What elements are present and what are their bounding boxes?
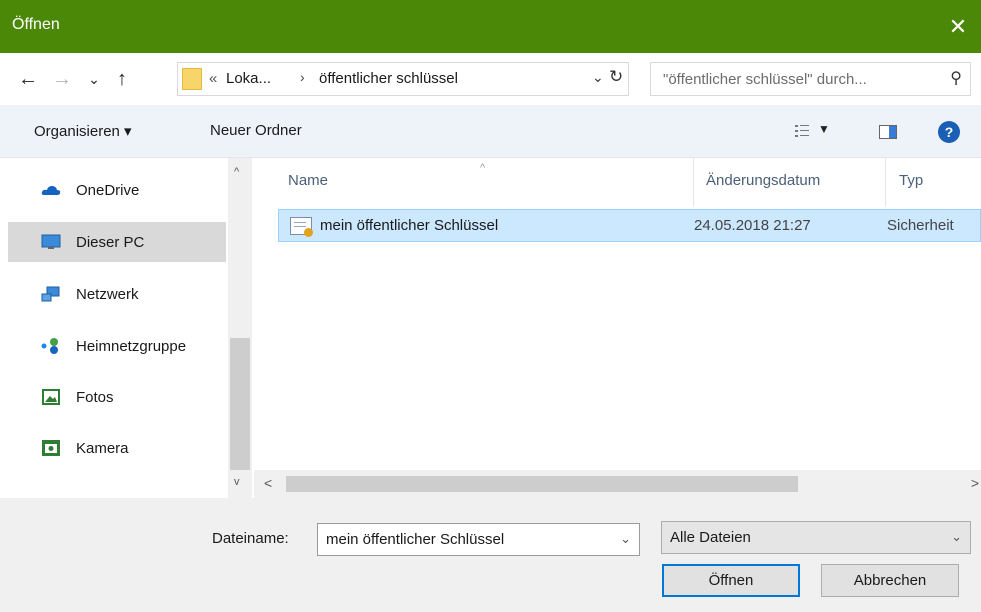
monitor-icon (41, 234, 61, 249)
file-type-filter[interactable]: Alle Dateien ⌄ (661, 521, 971, 554)
sidebar-item-heimnetzgruppe[interactable]: Heimnetzgruppe (8, 326, 226, 366)
horizontal-scrollbar[interactable]: < > (254, 470, 981, 498)
help-icon[interactable]: ? (938, 121, 960, 143)
chevron-down-icon[interactable]: ⌄ (951, 529, 962, 545)
breadcrumb-segment-2[interactable]: öffentlicher schlüssel (319, 70, 458, 87)
forward-arrow-icon[interactable]: → (48, 65, 76, 93)
search-placeholder: "öffentlicher schlüssel" durch... (663, 71, 867, 88)
file-type: Sicherheit (887, 217, 954, 234)
scrollbar-thumb[interactable] (286, 476, 798, 492)
navigation-bar: ← → ⌄ ↑ « Loka... › öffentlicher schlüss… (0, 53, 981, 105)
organize-button[interactable]: Organisieren ▾ (34, 122, 132, 140)
cloud-icon (41, 186, 61, 195)
recent-locations-icon[interactable]: ⌄ (80, 65, 108, 93)
file-list: ^ Name Änderungsdatum Typ mein öffentlic… (254, 158, 981, 498)
column-header-name[interactable]: Name (288, 172, 328, 189)
open-button[interactable]: Öffnen (662, 564, 800, 597)
photos-icon (42, 389, 60, 405)
table-row[interactable]: mein öffentlicher Schlüssel 24.05.2018 2… (278, 209, 981, 242)
breadcrumb-segment-1[interactable]: Loka... (226, 70, 271, 87)
breadcrumb-overflow[interactable]: « (209, 70, 217, 87)
filename-label: Dateiname: (212, 530, 289, 547)
view-options-icon[interactable] (794, 123, 810, 139)
sidebar-item-fotos[interactable]: Fotos (8, 377, 226, 417)
navigation-pane: OneDrive Dieser PC Netzwerk Heimnetzgrup… (0, 158, 254, 498)
network-icon (41, 286, 60, 302)
file-name: mein öffentlicher Schlüssel (320, 217, 499, 234)
title-bar: Öffnen ✕ (0, 0, 981, 53)
scrollbar-thumb[interactable] (230, 338, 250, 470)
certificate-icon (290, 217, 313, 237)
search-icon[interactable]: ⚲ (950, 68, 962, 88)
file-date: 24.05.2018 21:27 (694, 217, 811, 234)
column-divider[interactable] (885, 158, 886, 206)
refresh-icon[interactable]: ↻ (609, 67, 623, 87)
sidebar-item-dieser-pc[interactable]: Dieser PC (8, 222, 226, 262)
scroll-up-icon[interactable]: ^ (234, 166, 239, 178)
sidebar-item-netzwerk[interactable]: Netzwerk (8, 274, 226, 314)
column-header-type[interactable]: Typ (899, 172, 923, 189)
search-input[interactable]: "öffentlicher schlüssel" durch... ⚲ (650, 62, 971, 96)
sidebar-item-label: Netzwerk (76, 285, 139, 303)
breadcrumb-separator[interactable]: › (300, 69, 305, 85)
sidebar-item-kamera[interactable]: Kamera (8, 428, 226, 468)
new-folder-button[interactable]: Neuer Ordner (210, 122, 302, 139)
sidebar-scrollbar[interactable]: ^ v (228, 158, 252, 498)
window-title: Öffnen (12, 16, 60, 33)
sidebar-item-onedrive[interactable]: OneDrive (8, 170, 226, 210)
view-options-caret[interactable]: ▼ (818, 122, 830, 136)
sidebar-item-label: Kamera (76, 439, 129, 457)
sidebar-item-label: Fotos (76, 388, 114, 406)
scroll-right-icon[interactable]: > (971, 475, 979, 491)
chevron-down-icon[interactable]: ⌄ (592, 69, 604, 86)
up-arrow-icon[interactable]: ↑ (108, 65, 136, 93)
filename-input[interactable]: mein öffentlicher Schlüssel ⌄ (317, 523, 640, 556)
preview-pane-icon[interactable] (879, 125, 897, 139)
scroll-down-icon[interactable]: v (234, 476, 240, 488)
filename-value: mein öffentlicher Schlüssel (326, 531, 505, 548)
command-toolbar: Organisieren ▾ Neuer Ordner ▼ ? (0, 105, 981, 158)
sidebar-item-label: Dieser PC (76, 233, 145, 251)
sidebar-item-label: OneDrive (76, 181, 140, 199)
folder-icon (182, 68, 202, 90)
column-divider[interactable] (693, 158, 694, 206)
chevron-down-icon[interactable]: ⌄ (620, 531, 631, 547)
filter-value: Alle Dateien (670, 529, 751, 546)
address-bar[interactable]: « Loka... › öffentlicher schlüssel ⌄ ↻ (177, 62, 629, 96)
close-icon[interactable]: ✕ (935, 0, 981, 53)
scroll-left-icon[interactable]: < (264, 475, 272, 491)
column-header-date[interactable]: Änderungsdatum (706, 172, 820, 189)
cancel-button[interactable]: Abbrechen (821, 564, 959, 597)
sort-ascending-icon: ^ (480, 162, 486, 174)
camera-icon (42, 440, 60, 456)
back-arrow-icon[interactable]: ← (14, 65, 42, 93)
homegroup-icon (41, 338, 58, 354)
sidebar-item-label: Heimnetzgruppe (76, 337, 187, 355)
